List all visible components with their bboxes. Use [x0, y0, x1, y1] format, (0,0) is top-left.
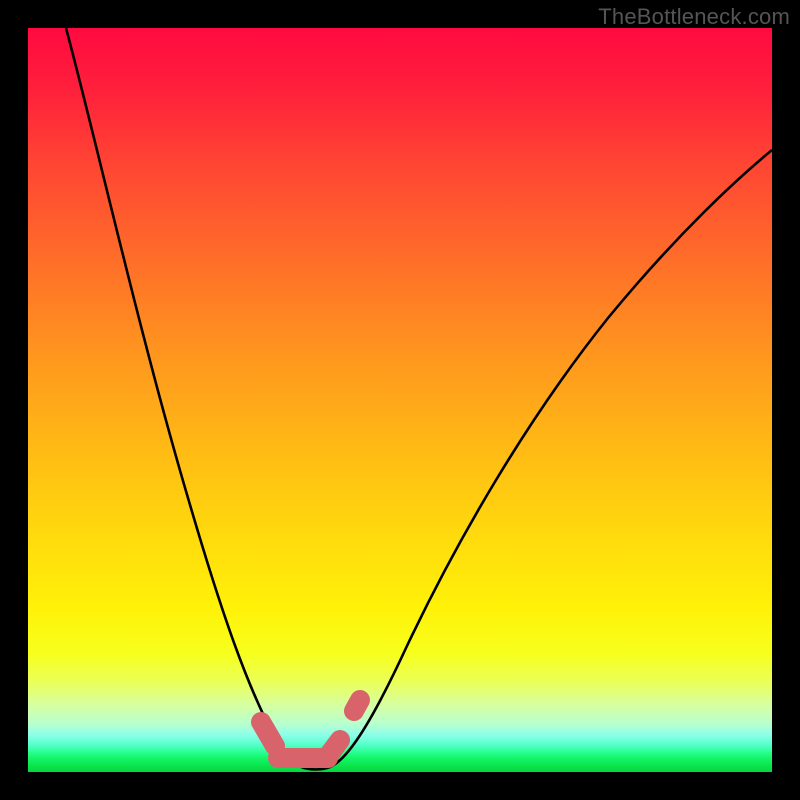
- min-marker-group: [261, 700, 360, 758]
- min-marker-dot: [354, 700, 360, 711]
- watermark-text: TheBottleneck.com: [598, 4, 790, 30]
- curve-layer: [28, 28, 772, 772]
- chart-frame: TheBottleneck.com: [0, 0, 800, 800]
- min-marker-seg-right1: [328, 740, 340, 756]
- bottleneck-curve: [66, 28, 772, 769]
- plot-area: [28, 28, 772, 772]
- min-marker-seg-left: [261, 722, 275, 746]
